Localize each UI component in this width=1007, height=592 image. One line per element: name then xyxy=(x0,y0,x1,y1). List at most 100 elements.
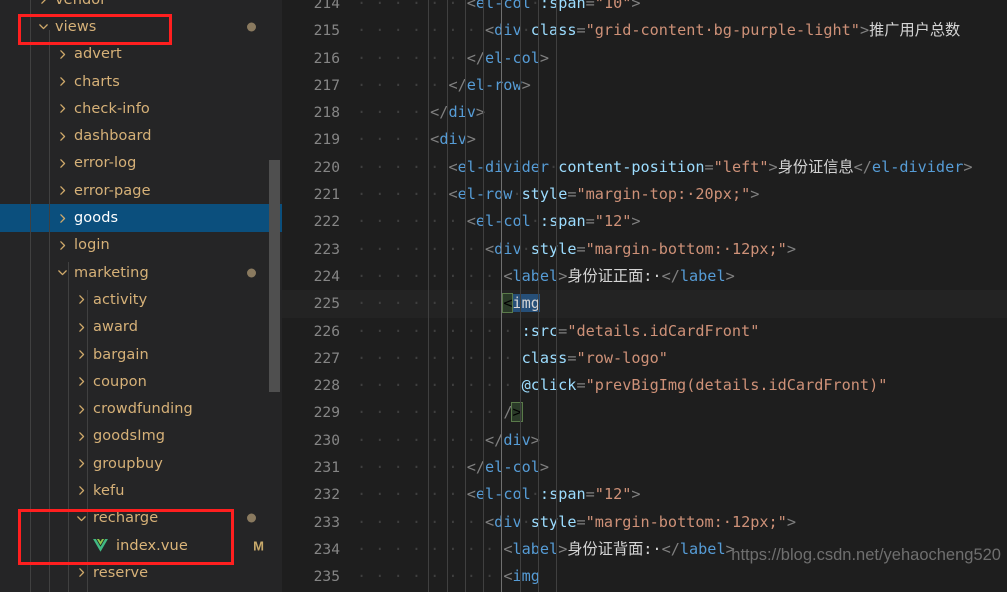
tree-item-marketing[interactable]: marketing xyxy=(0,259,282,286)
chevron-right-icon[interactable] xyxy=(54,128,70,144)
code-line[interactable]: 228 · · · · · · · · · @click="prevBigImg(… xyxy=(282,372,1007,399)
code-line[interactable]: 230 · · · · · · · </div> xyxy=(282,427,1007,454)
code-line[interactable]: 224 · · · · · · · · <label>身份证正面:·</label… xyxy=(282,263,1007,290)
code-line[interactable]: 234 · · · · · · · · <label>身份证背面:·</label… xyxy=(282,536,1007,563)
tree-item-index-vue[interactable]: index.vue M xyxy=(0,532,282,559)
code-line[interactable]: 233 · · · · · · · <div·style="margin-bott… xyxy=(282,509,1007,536)
code-line-content[interactable]: · · · · · · <el-col·:span="12"> xyxy=(357,208,641,235)
tree-item-coupon[interactable]: coupon xyxy=(0,368,282,395)
punctuation-token: > xyxy=(631,212,641,231)
tree-item-activity[interactable]: activity xyxy=(0,286,282,313)
code-line-content[interactable]: · · · · · · · · · class="row-logo" xyxy=(357,345,668,372)
code-line-content[interactable]: · · · · · · <el-col·:span="10"> xyxy=(357,0,641,17)
punctuation-token: < xyxy=(466,485,476,504)
whitespace-markers: · · · · · · xyxy=(357,458,467,477)
code-line-content[interactable]: · · · · </div> xyxy=(357,99,485,126)
tree-item-recharge[interactable]: recharge xyxy=(0,505,282,532)
attribute-token: :span xyxy=(539,0,586,12)
tree-item-label: charts xyxy=(74,73,120,90)
tree-item-check-info[interactable]: check-info xyxy=(0,95,282,122)
tree-item-error-log[interactable]: error-log xyxy=(0,150,282,177)
code-line-content[interactable]: · · · · · · · · <img xyxy=(357,563,540,590)
chevron-right-icon[interactable] xyxy=(54,237,70,253)
code-line-content[interactable]: · · · · · · · <div·style="margin-bottom:… xyxy=(357,236,796,263)
whitespace-markers: · · · · · · · · · xyxy=(357,348,522,367)
string-token: "margin-top:·20px;" xyxy=(576,185,751,204)
chevron-right-icon[interactable] xyxy=(54,210,70,226)
chevron-right-icon[interactable] xyxy=(54,101,70,117)
code-line[interactable]: 215 · · · · · · · <div·class="grid-conten… xyxy=(282,17,1007,44)
tree-item-login[interactable]: login xyxy=(0,232,282,259)
sidebar-scrollbar-thumb[interactable] xyxy=(269,160,280,392)
line-number: 230 xyxy=(313,431,340,449)
code-line[interactable]: 232 · · · · · · <el-col·:span="12"> xyxy=(282,481,1007,508)
punctuation-token: > xyxy=(768,157,778,176)
tree-item-vendor[interactable]: vendor xyxy=(0,0,282,13)
code-line[interactable]: 231 · · · · · · </el-col> xyxy=(282,454,1007,481)
code-line[interactable]: 223 · · · · · · · <div·style="margin-bott… xyxy=(282,236,1007,263)
code-editor-pane[interactable]: 214 · · · · · · <el-col·:span="10"> 215 · ·… xyxy=(282,0,1007,592)
unstaged-changes-dot-icon xyxy=(247,513,256,523)
code-line-content[interactable]: · · · · · <el-row·style="margin-top:·20p… xyxy=(357,181,759,208)
chevron-right-icon[interactable] xyxy=(54,74,70,90)
tree-item-goodsimg[interactable]: goodsImg xyxy=(0,423,282,450)
tree-item-kefu[interactable]: kefu xyxy=(0,477,282,504)
tree-item-label: kefu xyxy=(93,482,125,499)
tree-item-advert[interactable]: advert xyxy=(0,41,282,68)
tree-item-groupbuy[interactable]: groupbuy xyxy=(0,450,282,477)
tree-indent-guide xyxy=(49,30,50,592)
code-line-content[interactable]: · · · · · · · · · @click="prevBigImg(det… xyxy=(357,372,887,399)
code-line[interactable]: 222 · · · · · · <el-col·:span="12"> xyxy=(282,208,1007,235)
chevron-right-icon[interactable] xyxy=(54,155,70,171)
tree-item-dashboard[interactable]: dashboard xyxy=(0,122,282,149)
tree-item-label: reserve xyxy=(93,564,149,581)
code-line[interactable]: 225 · · · · · · · · <img xyxy=(282,290,1007,318)
code-lines[interactable]: 214 · · · · · · <el-col·:span="10"> 215 · ·… xyxy=(282,0,1007,592)
code-line-content[interactable]: · · · · · · · · <img xyxy=(357,290,540,317)
code-line-content[interactable]: · · · · · · · · · :src="details.idCardFr… xyxy=(357,318,759,345)
code-line[interactable]: 229 · · · · · · · · /> xyxy=(282,399,1007,426)
code-line[interactable]: 220 · · · · · <el-divider·content-positio… xyxy=(282,154,1007,181)
tree-item-bargain[interactable]: bargain xyxy=(0,341,282,368)
line-number: 225 xyxy=(313,295,340,313)
tag-name-token: div xyxy=(494,21,522,40)
code-line-content[interactable]: · · · · · · · <div·style="margin-bottom:… xyxy=(357,509,796,536)
code-line[interactable]: 221 · · · · · <el-row·style="margin-top:·… xyxy=(282,181,1007,208)
tree-item-goods[interactable]: goods xyxy=(0,204,282,232)
tag-name-token: label xyxy=(679,266,726,285)
code-line-content[interactable]: · · · · · <el-divider·content-position="… xyxy=(357,154,973,181)
code-line-content[interactable]: · · · · · · · </div> xyxy=(357,427,540,454)
tree-item-label: error-page xyxy=(74,182,151,199)
code-line[interactable]: 227 · · · · · · · · · class="row-logo" xyxy=(282,345,1007,372)
code-line[interactable]: 217 · · · · · </el-row> xyxy=(282,72,1007,99)
tag-name-token: el-col xyxy=(485,458,540,477)
tree-item-award[interactable]: award xyxy=(0,314,282,341)
code-line-content[interactable]: · · · · · · · · <label>身份证正面:·</label> xyxy=(357,263,735,290)
punctuation-token: < xyxy=(448,157,458,176)
code-line[interactable]: 219 · · · · <div> xyxy=(282,126,1007,153)
code-line-content[interactable]: · · · · <div> xyxy=(357,126,476,153)
tree-item-charts[interactable]: charts xyxy=(0,68,282,95)
code-line-content[interactable]: · · · · · · · · /> xyxy=(357,399,523,426)
code-line-content[interactable]: · · · · · </el-row> xyxy=(357,72,531,99)
chevron-right-icon[interactable] xyxy=(35,0,51,8)
tree-item-crowdfunding[interactable]: crowdfunding xyxy=(0,395,282,422)
tree-item-views[interactable]: views xyxy=(0,13,282,40)
tree-item-reserve[interactable]: reserve xyxy=(0,559,282,586)
unstaged-changes-dot-icon xyxy=(247,22,256,32)
tree-item-label: groupbuy xyxy=(93,455,163,472)
code-line[interactable]: 214 · · · · · · <el-col·:span="10"> xyxy=(282,0,1007,17)
code-line[interactable]: 235 · · · · · · · · <img xyxy=(282,563,1007,590)
code-line-content[interactable]: · · · · · · <el-col·:span="12"> xyxy=(357,481,641,508)
code-line[interactable]: 226 · · · · · · · · · :src="details.idCar… xyxy=(282,318,1007,345)
tree-item-error-page[interactable]: error-page xyxy=(0,177,282,204)
tree-item-label: bargain xyxy=(93,346,149,363)
chevron-right-icon[interactable] xyxy=(54,183,70,199)
tree-indent-guide xyxy=(68,262,69,592)
whitespace-markers: · · · · · · · · xyxy=(357,403,504,422)
code-line[interactable]: 218 · · · · </div> xyxy=(282,99,1007,126)
chevron-right-icon[interactable] xyxy=(54,46,70,62)
code-line-content[interactable]: · · · · · · · · <label>身份证背面:·</label> xyxy=(357,536,735,563)
tag-name-token: el-col xyxy=(485,48,540,67)
code-line[interactable]: 216 · · · · · · </el-col> xyxy=(282,45,1007,72)
